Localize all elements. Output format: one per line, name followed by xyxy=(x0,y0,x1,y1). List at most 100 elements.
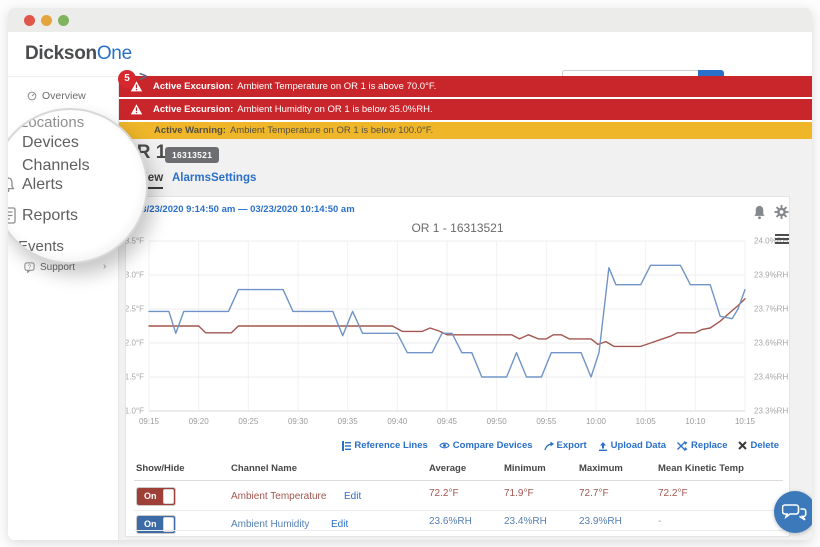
chevron-right-icon[interactable]: > xyxy=(139,68,147,84)
alert-banner-warning: Active Warning: Ambient Temperature on O… xyxy=(118,122,812,139)
edit-channel-link[interactable]: Edit xyxy=(344,491,361,502)
show-hide-toggle-temperature[interactable]: On xyxy=(136,487,176,506)
svg-text:23.3%RH: 23.3%RH xyxy=(754,407,788,416)
sidebar-item-events-magnified[interactable]: Events xyxy=(18,238,64,255)
toggle-knob xyxy=(163,489,174,504)
chart-line-ambient-temperature xyxy=(149,299,745,347)
overview-gauge-icon xyxy=(27,91,37,101)
sidebar-item-reports-magnified[interactable]: Reports xyxy=(22,207,78,225)
warning-triangle-icon xyxy=(130,103,143,116)
gear-icon[interactable] xyxy=(774,204,789,220)
tab-alarms[interactable]: Alarms xyxy=(172,172,211,184)
svg-text:09:20: 09:20 xyxy=(189,417,210,426)
average-value: 72.2°F xyxy=(429,488,459,499)
delete-label: Delete xyxy=(750,440,779,451)
upload-data-link[interactable]: Upload Data xyxy=(598,440,666,451)
svg-text:71.0°F: 71.0°F xyxy=(126,407,144,416)
window-zoom-button[interactable] xyxy=(58,15,69,26)
window-minimize-button[interactable] xyxy=(41,15,52,26)
table-header-channel-name: Channel Name xyxy=(231,463,297,474)
svg-text:09:15: 09:15 xyxy=(139,417,160,426)
svg-text:23.6%RH: 23.6%RH xyxy=(754,339,788,348)
device-chart-panel: 09:1509:2009:2509:3009:3509:4009:4509:50… xyxy=(125,196,790,537)
table-divider xyxy=(134,510,783,511)
reference-lines-icon xyxy=(341,441,351,451)
line-chart: 09:1509:2009:2509:3009:3509:4009:4509:50… xyxy=(126,197,791,538)
export-label: Export xyxy=(557,440,587,451)
chevron-right-icon: › xyxy=(103,261,106,272)
alert-prefix: Active Excursion: xyxy=(153,104,233,115)
support-question-icon: ? xyxy=(24,262,35,273)
edit-channel-link[interactable]: Edit xyxy=(331,519,348,530)
chart-line-ambient-humidity xyxy=(149,265,745,377)
svg-text:10:00: 10:00 xyxy=(586,417,607,426)
svg-text:72.0°F: 72.0°F xyxy=(126,339,144,348)
logo-part-1: Dickson xyxy=(25,43,97,64)
alert-banner-excursion-1: Active Excursion: Ambient Temperature on… xyxy=(118,76,812,97)
mean-kinetic-temp-value: - xyxy=(658,516,661,527)
replace-label: Replace xyxy=(691,440,727,451)
sidebar-item-channels-magnified[interactable]: Channels xyxy=(22,157,90,175)
minimum-value: 71.9°F xyxy=(504,488,534,499)
delete-link[interactable]: Delete xyxy=(738,440,779,451)
mean-kinetic-temp-value: 72.2°F xyxy=(658,488,688,499)
chart-menu-icon[interactable] xyxy=(775,234,789,245)
date-range-link[interactable]: 03/23/2020 9:14:50 am — 03/23/2020 10:14… xyxy=(136,204,355,215)
svg-text:23.9%RH: 23.9%RH xyxy=(754,271,788,280)
sidebar-item-overview[interactable]: Overview xyxy=(42,90,86,102)
compare-devices-eye-icon xyxy=(439,441,450,450)
svg-text:73.0°F: 73.0°F xyxy=(126,271,144,280)
minimum-value: 23.4%RH xyxy=(504,516,547,527)
browser-window: DicksonOne Welcome, Matt | Logout Active… xyxy=(8,8,812,540)
compare-devices-link[interactable]: Compare Devices xyxy=(439,440,533,451)
alert-message: Ambient Temperature on OR 1 is below 100… xyxy=(230,125,433,136)
table-header-maximum: Maximum xyxy=(579,463,623,474)
maximum-value: 23.9%RH xyxy=(579,516,622,527)
svg-text:09:55: 09:55 xyxy=(536,417,557,426)
svg-text:10:05: 10:05 xyxy=(636,417,657,426)
channel-name: Ambient Temperature xyxy=(231,491,326,502)
channel-name: Ambient Humidity xyxy=(231,519,309,530)
sidebar-item-label: Overview xyxy=(42,90,86,102)
alert-banner-excursion-2: Active Excursion: Ambient Humidity on OR… xyxy=(118,99,812,120)
reference-lines-link[interactable]: Reference Lines xyxy=(341,440,427,451)
reference-lines-label: Reference Lines xyxy=(354,440,427,451)
alert-message: Ambient Humidity on OR 1 is below 35.0%R… xyxy=(237,104,432,115)
svg-text:72.5°F: 72.5°F xyxy=(126,305,144,314)
sidebar-item-locations-magnified[interactable]: Locations xyxy=(20,114,84,131)
bell-icon[interactable] xyxy=(752,204,767,220)
table-header-average: Average xyxy=(429,463,466,474)
replace-shuffle-icon xyxy=(677,441,688,451)
sidebar-item-devices-magnified[interactable]: Devices xyxy=(22,134,79,152)
show-hide-toggle-humidity[interactable]: On xyxy=(136,515,176,534)
table-header-mean-kinetic-temp: Mean Kinetic Temp xyxy=(658,463,744,474)
svg-text:09:45: 09:45 xyxy=(437,417,458,426)
delete-x-icon xyxy=(738,441,747,450)
upload-icon xyxy=(598,441,608,451)
alert-message: Ambient Temperature on OR 1 is above 70.… xyxy=(237,81,436,92)
chat-support-button[interactable] xyxy=(774,491,812,533)
maximum-value: 72.7°F xyxy=(579,488,609,499)
table-header-show-hide: Show/Hide xyxy=(136,463,185,474)
svg-text:10:15: 10:15 xyxy=(735,417,756,426)
device-id-badge: 16313521 xyxy=(165,147,219,163)
dicksonone-logo[interactable]: DicksonOne xyxy=(25,43,132,65)
logo-part-2: One xyxy=(97,43,132,64)
screenshot-stage: DicksonOne Welcome, Matt | Logout Active… xyxy=(0,0,820,547)
svg-text:10:10: 10:10 xyxy=(685,417,706,426)
toggle-on-label: On xyxy=(144,519,157,529)
chart-title: OR 1 - 16313521 xyxy=(126,221,789,235)
window-close-button[interactable] xyxy=(24,15,35,26)
svg-text:09:40: 09:40 xyxy=(387,417,408,426)
table-divider xyxy=(134,530,783,531)
export-link[interactable]: Export xyxy=(544,440,587,451)
alert-prefix: Active Excursion: xyxy=(153,81,233,92)
tab-settings[interactable]: Settings xyxy=(211,172,256,184)
alert-prefix: Active Warning: xyxy=(154,125,226,136)
svg-text:09:25: 09:25 xyxy=(238,417,259,426)
compare-devices-label: Compare Devices xyxy=(453,440,533,451)
export-arrow-icon xyxy=(544,441,554,451)
svg-text:23.4%RH: 23.4%RH xyxy=(754,373,788,382)
replace-link[interactable]: Replace xyxy=(677,440,727,451)
sidebar-item-alerts-magnified[interactable]: Alerts xyxy=(22,176,63,194)
